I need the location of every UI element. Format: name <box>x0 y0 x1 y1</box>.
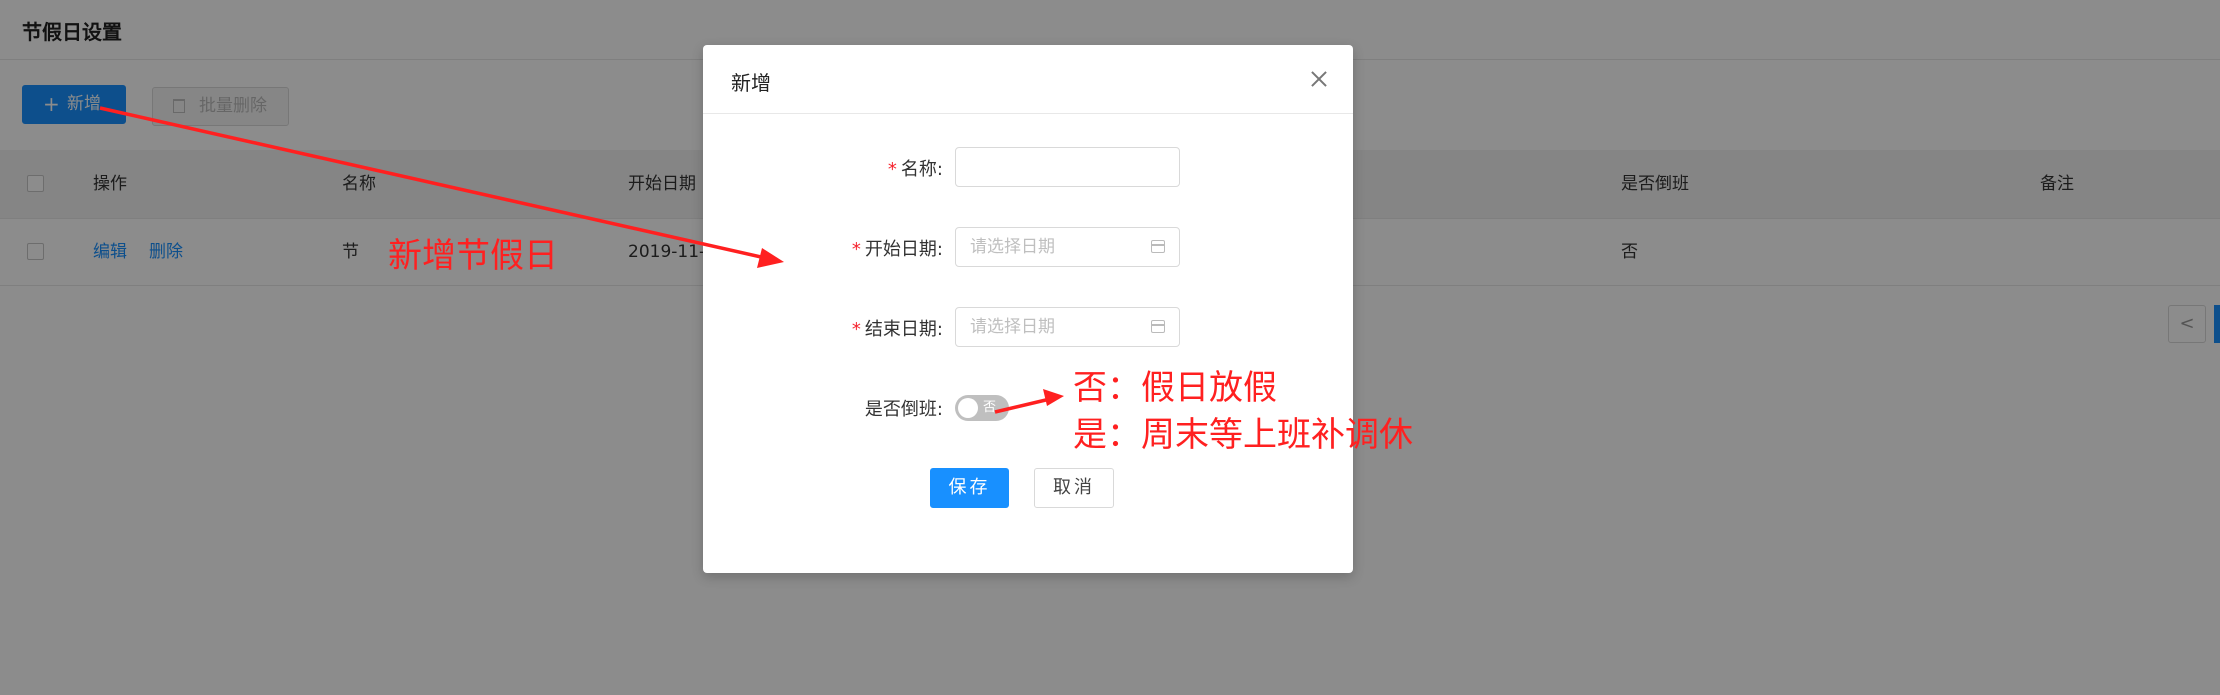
required-mark: * <box>851 239 861 260</box>
calendar-icon <box>1151 240 1165 253</box>
switch-text: 否 <box>983 400 997 415</box>
name-input[interactable] <box>955 147 1180 187</box>
dialog-header: 新增 <box>703 45 1353 114</box>
required-mark: * <box>887 159 897 180</box>
name-label: * 名称: <box>783 155 943 181</box>
annotation-add-note: 新增节假日 <box>388 236 558 276</box>
start-date-label-text: 开始日期: <box>864 239 943 260</box>
save-button[interactable]: 保存 <box>930 468 1009 508</box>
name-label-text: 名称: <box>900 159 943 180</box>
shift-label-text: 是否倒班: <box>864 399 943 420</box>
end-date-picker[interactable]: 请选择日期 <box>955 307 1180 347</box>
start-date-label: * 开始日期: <box>783 235 943 261</box>
annotation-switch-note-2: 是：周末等上班补调休 <box>1073 415 1413 455</box>
annotation-switch-note-1: 否：假日放假 <box>1073 368 1277 408</box>
start-date-placeholder: 请选择日期 <box>970 237 1055 257</box>
dialog-title: 新增 <box>731 71 771 95</box>
end-date-label: * 结束日期: <box>783 315 943 341</box>
add-holiday-dialog: 新增 * 名称: * 开始日期: 请选择日期 * 结束日期: 请选择日期 是否倒班: … <box>703 45 1353 573</box>
calendar-icon <box>1151 320 1165 333</box>
switch-knob <box>958 398 978 418</box>
end-date-label-text: 结束日期: <box>864 319 943 340</box>
end-date-placeholder: 请选择日期 <box>970 317 1055 337</box>
required-mark: * <box>851 319 861 340</box>
shift-label: 是否倒班: <box>783 395 943 421</box>
close-icon[interactable] <box>1307 67 1331 91</box>
cancel-button[interactable]: 取消 <box>1034 468 1114 508</box>
start-date-picker[interactable]: 请选择日期 <box>955 227 1180 267</box>
shift-switch[interactable]: 否 <box>955 395 1009 421</box>
